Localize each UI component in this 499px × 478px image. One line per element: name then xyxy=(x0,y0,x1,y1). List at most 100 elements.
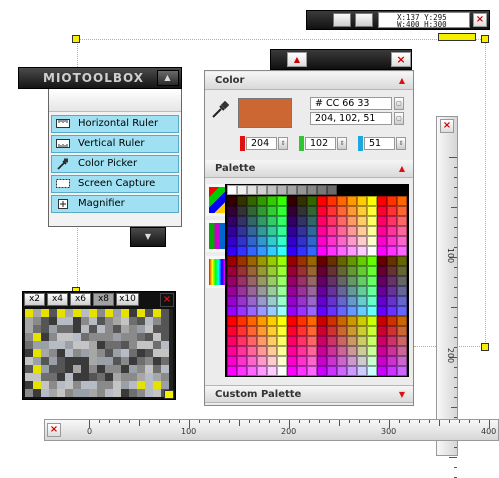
palette-swatch[interactable] xyxy=(277,236,287,246)
palette-swatch[interactable] xyxy=(247,196,257,206)
palette-swatch[interactable] xyxy=(297,216,307,226)
selection-handle-bottom-right[interactable] xyxy=(481,343,489,351)
palette-swatch[interactable] xyxy=(337,216,347,226)
color-palette-grid[interactable] xyxy=(225,184,409,377)
palette-swatch[interactable] xyxy=(267,185,277,195)
palette-swatch[interactable] xyxy=(277,336,287,346)
palette-swatch[interactable] xyxy=(267,336,277,346)
palette-swatch[interactable] xyxy=(357,216,367,226)
palette-swatch[interactable] xyxy=(277,196,287,206)
palette-swatch[interactable] xyxy=(227,336,237,346)
palette-swatch[interactable] xyxy=(327,366,337,376)
palette-swatch[interactable] xyxy=(337,226,347,236)
palette-swatch[interactable] xyxy=(367,236,377,246)
palette-swatch[interactable] xyxy=(277,366,287,376)
palette-swatch[interactable] xyxy=(297,266,307,276)
palette-swatch[interactable] xyxy=(357,196,367,206)
blue-stepper[interactable]: ⇕ xyxy=(396,137,406,150)
palette-swatch[interactable] xyxy=(327,306,337,316)
palette-swatch[interactable] xyxy=(237,296,247,306)
palette-swatch[interactable] xyxy=(357,336,367,346)
palette-swatch[interactable] xyxy=(237,226,247,236)
palette-swatch[interactable] xyxy=(247,185,257,195)
palette-swatch[interactable] xyxy=(367,336,377,346)
palette-swatch[interactable] xyxy=(257,366,267,376)
palette-swatch[interactable] xyxy=(337,256,347,266)
color-section-header[interactable]: Color ▲ xyxy=(205,72,413,90)
palette-swatch[interactable] xyxy=(307,296,317,306)
color-picker-collapse-button[interactable]: ▲ xyxy=(287,52,307,67)
palette-swatch[interactable] xyxy=(397,316,407,326)
palette-swatch[interactable] xyxy=(317,296,327,306)
palette-swatch[interactable] xyxy=(327,206,337,216)
palette-swatch[interactable] xyxy=(367,206,377,216)
palette-swatch[interactable] xyxy=(357,356,367,366)
palette-swatch[interactable] xyxy=(347,276,357,286)
palette-swatch[interactable] xyxy=(307,236,317,246)
palette-swatch[interactable] xyxy=(227,306,237,316)
palette-swatch[interactable] xyxy=(327,326,337,336)
palette-swatch[interactable] xyxy=(297,236,307,246)
zoom-x4-button[interactable]: x4 xyxy=(47,293,68,306)
horizontal-ruler-close-button[interactable]: × xyxy=(47,423,61,437)
red-value-field[interactable]: 204 xyxy=(246,137,277,150)
palette-swatch[interactable] xyxy=(287,216,297,226)
palette-swatch[interactable] xyxy=(267,256,277,266)
palette-swatch[interactable] xyxy=(257,266,267,276)
palette-swatch[interactable] xyxy=(237,356,247,366)
palette-swatch[interactable] xyxy=(397,296,407,306)
palette-swatch[interactable] xyxy=(287,206,297,216)
palette-swatch[interactable] xyxy=(367,216,377,226)
palette-swatch[interactable] xyxy=(267,216,277,226)
palette-swatch[interactable] xyxy=(377,206,387,216)
palette-swatch[interactable] xyxy=(297,256,307,266)
palette-swatch[interactable] xyxy=(297,306,307,316)
palette-swatch[interactable] xyxy=(237,286,247,296)
palette-swatch[interactable] xyxy=(287,286,297,296)
palette-swatch[interactable] xyxy=(257,306,267,316)
palette-swatch[interactable] xyxy=(297,276,307,286)
palette-swatch[interactable] xyxy=(307,256,317,266)
palette-swatch[interactable] xyxy=(307,246,317,256)
palette-swatch[interactable] xyxy=(367,356,377,366)
palette-swatch[interactable] xyxy=(247,276,257,286)
palette-swatch[interactable] xyxy=(307,276,317,286)
palette-swatch[interactable] xyxy=(397,256,407,266)
palette-swatch[interactable] xyxy=(387,336,397,346)
palette-swatch[interactable] xyxy=(227,206,237,216)
palette-swatch[interactable] xyxy=(377,326,387,336)
palette-swatch[interactable] xyxy=(347,256,357,266)
palette-swatch[interactable] xyxy=(377,246,387,256)
palette-swatch[interactable] xyxy=(337,366,347,376)
palette-swatch[interactable] xyxy=(267,366,277,376)
palette-swatch[interactable] xyxy=(267,326,277,336)
palette-swatch[interactable] xyxy=(347,366,357,376)
palette-swatch[interactable] xyxy=(257,226,267,236)
save-button[interactable] xyxy=(355,13,373,27)
palette-swatch[interactable] xyxy=(267,286,277,296)
palette-swatch[interactable] xyxy=(387,256,397,266)
palette-swatch[interactable] xyxy=(337,316,347,326)
palette-swatch[interactable] xyxy=(377,306,387,316)
palette-swatch[interactable] xyxy=(277,185,287,195)
palette-swatch[interactable] xyxy=(237,246,247,256)
green-stepper[interactable]: ⇕ xyxy=(337,137,347,150)
palette-swatch[interactable] xyxy=(307,286,317,296)
palette-swatch[interactable] xyxy=(347,266,357,276)
palette-swatch[interactable] xyxy=(297,356,307,366)
palette-swatch[interactable] xyxy=(397,236,407,246)
toolbox-collapse-button[interactable]: ▲ xyxy=(157,70,179,86)
palette-swatch[interactable] xyxy=(247,256,257,266)
palette-swatch[interactable] xyxy=(397,216,407,226)
palette-swatch[interactable] xyxy=(277,216,287,226)
palette-swatch[interactable] xyxy=(337,236,347,246)
palette-swatch[interactable] xyxy=(367,366,377,376)
palette-swatch[interactable] xyxy=(247,246,257,256)
vertical-ruler-close-button[interactable]: × xyxy=(440,119,454,133)
palette-swatch[interactable] xyxy=(297,206,307,216)
palette-swatch[interactable] xyxy=(397,276,407,286)
palette-swatch[interactable] xyxy=(317,366,327,376)
palette-swatch[interactable] xyxy=(237,276,247,286)
palette-swatch[interactable] xyxy=(377,216,387,226)
palette-swatch[interactable] xyxy=(247,266,257,276)
